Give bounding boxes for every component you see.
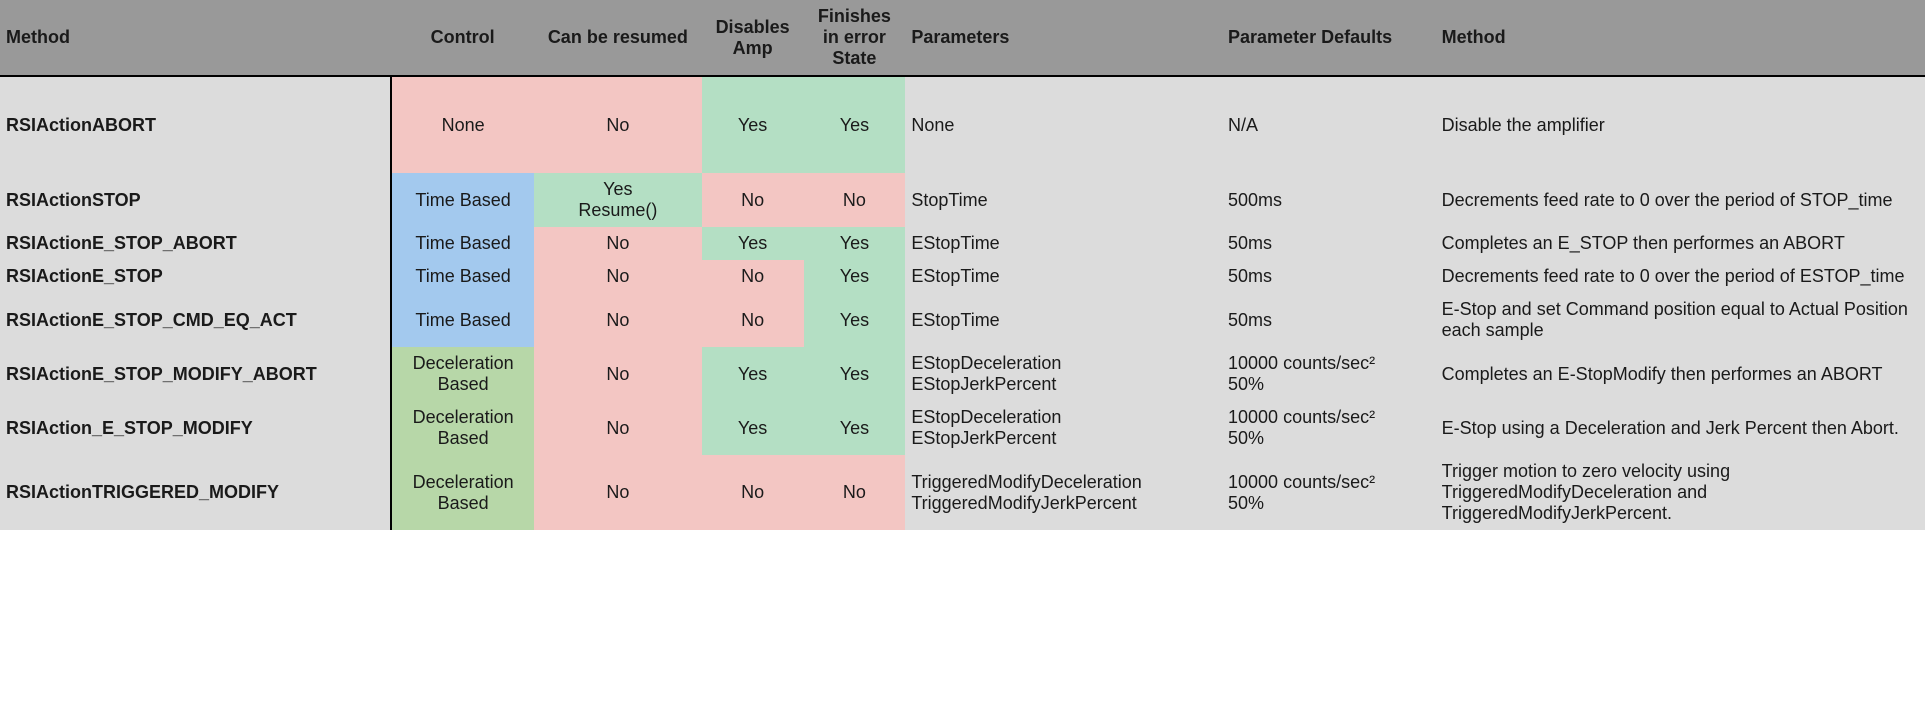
cell-parameters: None: [905, 76, 1222, 173]
method-name: RSIActionE_STOP_CMD_EQ_ACT: [0, 293, 391, 347]
methods-table: Method Control Can be resumed Disables A…: [0, 0, 1925, 530]
cell-parameters: EStopTime: [905, 293, 1222, 347]
cell-parameters: StopTime: [905, 173, 1222, 227]
header-finishes: Finishes in error State: [804, 0, 906, 76]
cell-defaults: 10000 counts/sec²50%: [1222, 347, 1436, 401]
table-row: RSIActionSTOPTime BasedYesResume()NoNoSt…: [0, 173, 1925, 227]
cell-defaults: 500ms: [1222, 173, 1436, 227]
cell-control: DecelerationBased: [391, 401, 534, 455]
cell-control: Time Based: [391, 293, 534, 347]
cell-parameters: EStopTime: [905, 260, 1222, 293]
cell-finishes: Yes: [804, 260, 906, 293]
table-row: RSIActionE_STOP_ABORTTime BasedNoYesYesE…: [0, 227, 1925, 260]
cell-disables: No: [702, 455, 804, 530]
header-desc: Method: [1436, 0, 1925, 76]
cell-description: Disable the amplifier: [1436, 76, 1925, 173]
cell-resumed: No: [534, 347, 702, 401]
cell-control: DecelerationBased: [391, 455, 534, 530]
cell-disables: Yes: [702, 401, 804, 455]
cell-resumed: YesResume(): [534, 173, 702, 227]
cell-description: Completes an E-StopModify then performes…: [1436, 347, 1925, 401]
header-resumed: Can be resumed: [534, 0, 702, 76]
cell-description: Decrements feed rate to 0 over the perio…: [1436, 260, 1925, 293]
cell-description: Decrements feed rate to 0 over the perio…: [1436, 173, 1925, 227]
cell-control: Time Based: [391, 227, 534, 260]
cell-description: E-Stop using a Deceleration and Jerk Per…: [1436, 401, 1925, 455]
cell-control: None: [391, 76, 534, 173]
cell-control: Time Based: [391, 260, 534, 293]
cell-resumed: No: [534, 293, 702, 347]
header-control: Control: [391, 0, 534, 76]
cell-resumed: No: [534, 76, 702, 173]
header-disables: Disables Amp: [702, 0, 804, 76]
table-row: RSIActionABORTNoneNoYesYesNoneN/ADisable…: [0, 76, 1925, 173]
cell-finishes: Yes: [804, 293, 906, 347]
cell-defaults: 50ms: [1222, 293, 1436, 347]
cell-resumed: No: [534, 260, 702, 293]
cell-resumed: No: [534, 227, 702, 260]
method-name: RSIActionTRIGGERED_MODIFY: [0, 455, 391, 530]
cell-finishes: Yes: [804, 347, 906, 401]
cell-defaults: 50ms: [1222, 227, 1436, 260]
cell-defaults: N/A: [1222, 76, 1436, 173]
cell-disables: Yes: [702, 227, 804, 260]
cell-resumed: No: [534, 455, 702, 530]
cell-parameters: EStopDecelerationEStopJerkPercent: [905, 347, 1222, 401]
cell-finishes: Yes: [804, 76, 906, 173]
cell-defaults: 10000 counts/sec²50%: [1222, 455, 1436, 530]
header-defaults: Parameter Defaults: [1222, 0, 1436, 76]
cell-defaults: 10000 counts/sec²50%: [1222, 401, 1436, 455]
header-row: Method Control Can be resumed Disables A…: [0, 0, 1925, 76]
cell-finishes: No: [804, 173, 906, 227]
cell-disables: Yes: [702, 347, 804, 401]
table-row: RSIActionE_STOP_CMD_EQ_ACTTime BasedNoNo…: [0, 293, 1925, 347]
cell-defaults: 50ms: [1222, 260, 1436, 293]
cell-parameters: EStopDecelerationEStopJerkPercent: [905, 401, 1222, 455]
method-name: RSIActionSTOP: [0, 173, 391, 227]
method-name: RSIAction_E_STOP_MODIFY: [0, 401, 391, 455]
method-name: RSIActionE_STOP_ABORT: [0, 227, 391, 260]
cell-disables: No: [702, 173, 804, 227]
cell-description: Completes an E_STOP then performes an AB…: [1436, 227, 1925, 260]
method-name: RSIActionE_STOP: [0, 260, 391, 293]
header-params: Parameters: [905, 0, 1222, 76]
cell-parameters: EStopTime: [905, 227, 1222, 260]
cell-parameters: TriggeredModifyDecelerationTriggeredModi…: [905, 455, 1222, 530]
cell-control: Time Based: [391, 173, 534, 227]
cell-finishes: Yes: [804, 401, 906, 455]
cell-disables: Yes: [702, 76, 804, 173]
table-row: RSIActionTRIGGERED_MODIFYDecelerationBas…: [0, 455, 1925, 530]
cell-disables: No: [702, 293, 804, 347]
cell-control: DecelerationBased: [391, 347, 534, 401]
method-name: RSIActionE_STOP_MODIFY_ABORT: [0, 347, 391, 401]
cell-description: Trigger motion to zero velocity using Tr…: [1436, 455, 1925, 530]
cell-resumed: No: [534, 401, 702, 455]
cell-disables: No: [702, 260, 804, 293]
table-row: RSIAction_E_STOP_MODIFYDecelerationBased…: [0, 401, 1925, 455]
table-row: RSIActionE_STOPTime BasedNoNoYesEStopTim…: [0, 260, 1925, 293]
cell-finishes: Yes: [804, 227, 906, 260]
cell-description: E-Stop and set Command position equal to…: [1436, 293, 1925, 347]
header-method: Method: [0, 0, 391, 76]
table-row: RSIActionE_STOP_MODIFY_ABORTDeceleration…: [0, 347, 1925, 401]
method-name: RSIActionABORT: [0, 76, 391, 173]
cell-finishes: No: [804, 455, 906, 530]
